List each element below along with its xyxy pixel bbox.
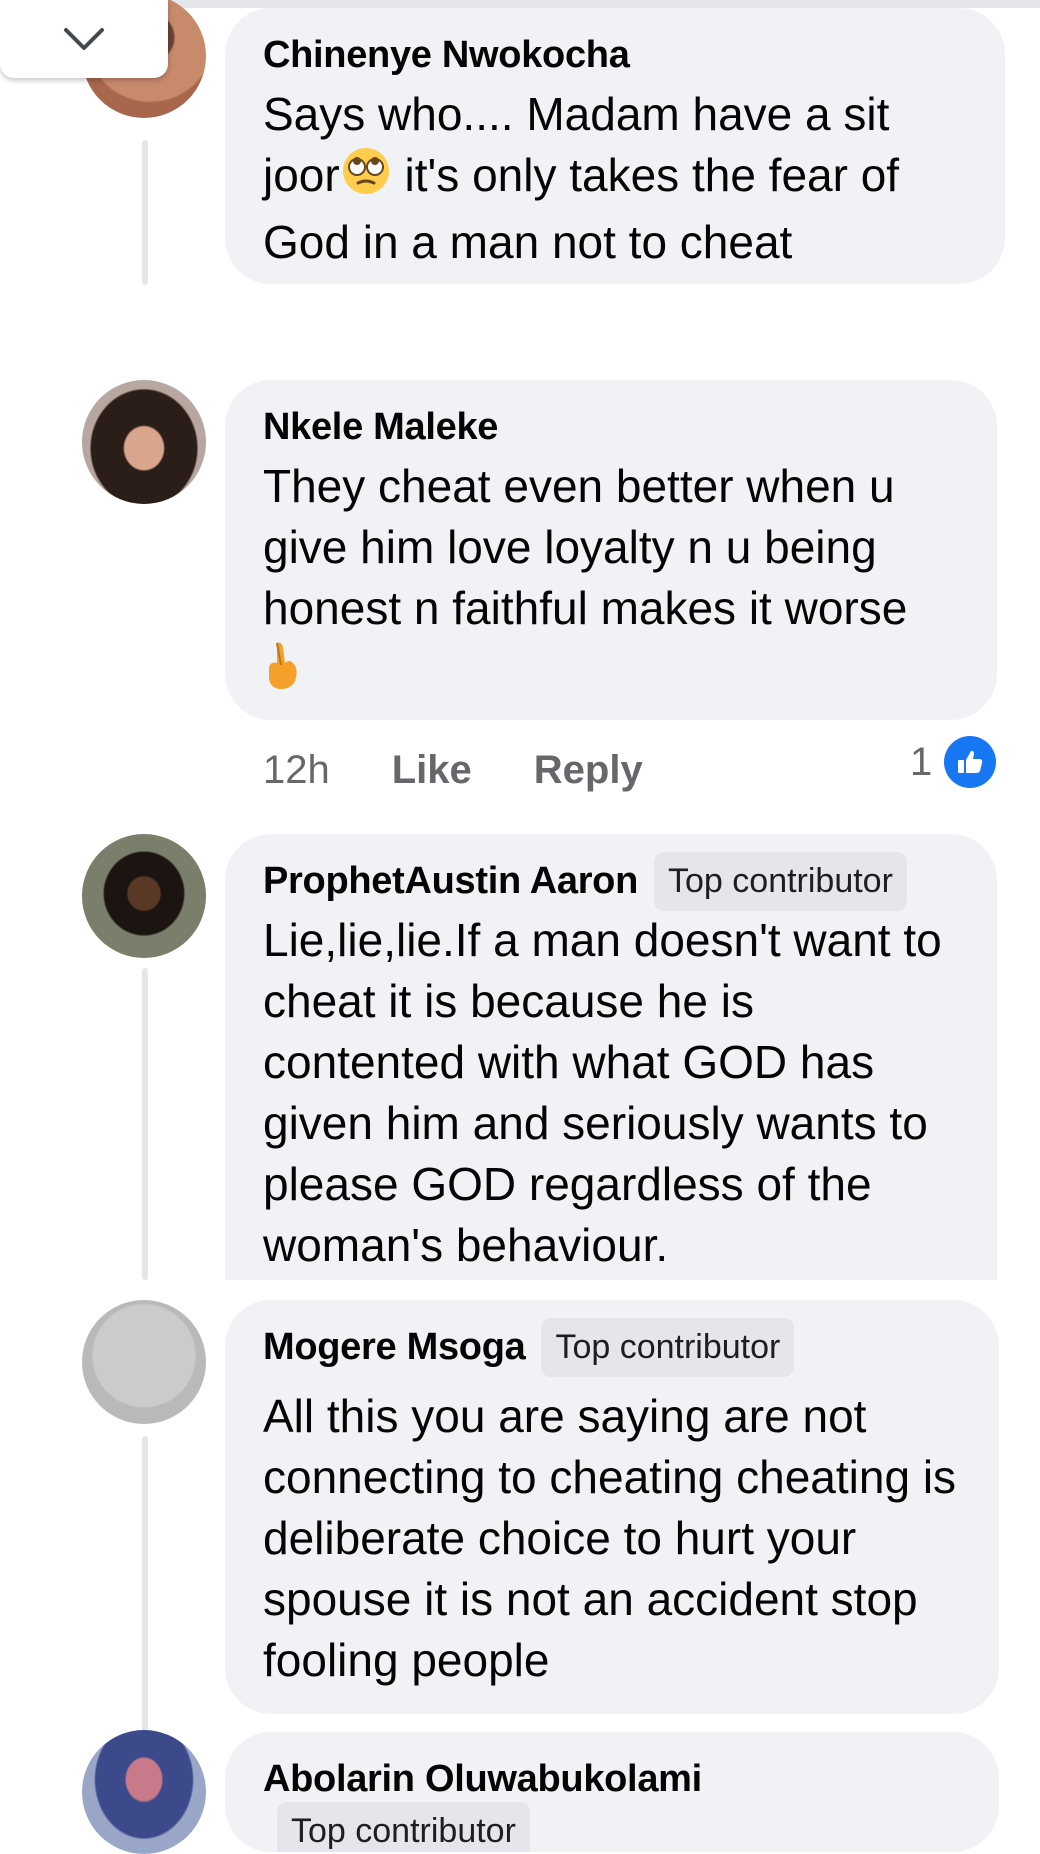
comment-actions: 12h Like Reply [263,742,705,798]
reaction-summary[interactable]: 1 [910,734,997,790]
like-icon [944,736,997,788]
comment-bubble[interactable]: Mogere Msoga Top contributor All this yo… [225,1300,999,1714]
avatar[interactable] [82,1300,206,1424]
comment-bubble[interactable]: Abolarin Oluwabukolami Top contributor [225,1732,999,1852]
reply-button[interactable]: Reply [534,748,643,793]
comment-author[interactable]: Chinenye Nwokocha [263,34,630,77]
top-contributor-badge: Top contributor [654,851,907,911]
top-contributor-badge: Top contributor [277,1802,530,1852]
comment-bubble[interactable]: Chinenye Nwokocha Says who.... Madam hav… [225,8,1005,284]
comment-time[interactable]: 12h [263,748,330,793]
comment-bubble[interactable]: Nkele Maleke They cheat even better when… [225,380,997,720]
thread-line [142,140,148,285]
eye-roll-emoji-icon [340,145,392,212]
comment-author[interactable]: Abolarin Oluwabukolami [263,1758,702,1801]
avatar[interactable] [82,1730,206,1854]
avatar[interactable] [82,380,206,504]
reaction-count: 1 [910,739,933,784]
crossed-fingers-emoji-icon [263,639,303,706]
collapse-button[interactable] [0,0,168,78]
comment-text: Says who.... Madam have a sit joor it's … [263,88,900,268]
comment-text: They cheat even better when u give him l… [263,456,959,706]
comment-text: Lie,lie,lie.If a man doesn't want to che… [263,914,942,1271]
comment-text: All this you are saying are not connecti… [263,1390,957,1686]
comment-author[interactable]: Nkele Maleke [263,406,498,449]
comment-bubble[interactable]: ProphetAustin Aaron Top contributor Lie,… [225,834,997,1280]
top-contributor-badge: Top contributor [541,1317,795,1377]
avatar[interactable] [82,834,206,958]
comment-author[interactable]: ProphetAustin Aaron [263,860,638,903]
thread-line [142,1436,148,1736]
comment-author[interactable]: Mogere Msoga [263,1326,526,1369]
thread-line [142,968,148,1280]
chevron-down-icon [64,28,104,50]
like-button[interactable]: Like [392,748,472,793]
